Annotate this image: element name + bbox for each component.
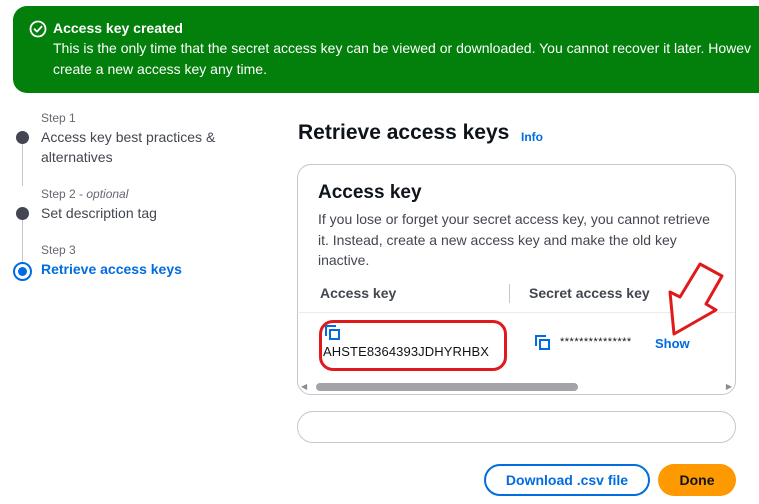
done-button[interactable]: Done xyxy=(658,464,736,496)
step-1-number: Step 1 xyxy=(41,111,76,125)
banner-title: Access key created xyxy=(53,20,183,36)
download-csv-button[interactable]: Download .csv file xyxy=(484,464,650,496)
step-1-label[interactable]: Access key best practices & alternatives xyxy=(41,127,215,167)
copy-secret-key-icon[interactable] xyxy=(535,335,551,351)
column-header-access-key: Access key xyxy=(320,285,397,301)
step-3-label: Retrieve access keys xyxy=(41,261,182,277)
banner-message-continued: create a new access key any time. xyxy=(53,61,267,77)
card-title: Access key xyxy=(318,182,422,203)
step-2-optional: optional xyxy=(86,187,129,201)
step-3-indicator xyxy=(13,262,32,281)
step-1-label-line1: Access key best practices & xyxy=(41,129,216,145)
scroll-right-icon[interactable]: ▶ xyxy=(726,382,732,391)
show-secret-link[interactable]: Show xyxy=(655,336,690,351)
card-description: If you lose or forget your secret access… xyxy=(318,211,710,268)
banner-message: This is the only time that the secret ac… xyxy=(53,40,752,56)
column-divider xyxy=(509,284,510,303)
success-banner: Access key created This is the only time… xyxy=(13,6,759,93)
check-circle-icon xyxy=(29,20,47,38)
step-2-label[interactable]: Set description tag xyxy=(41,203,157,223)
annotation-arrow-icon xyxy=(668,262,724,336)
step-3-number: Step 3 xyxy=(41,243,76,257)
step-1-label-line2: alternatives xyxy=(41,149,113,165)
scrollbar-thumb[interactable] xyxy=(316,383,578,391)
column-header-secret-access-key: Secret access key xyxy=(529,285,650,301)
secret-access-key-masked: *************** xyxy=(560,336,632,348)
step-2-number-text: Step 2 - xyxy=(41,187,87,201)
page-title: Retrieve access keys xyxy=(298,121,510,144)
step-1-indicator xyxy=(16,131,29,144)
step-2-number: Step 2 - optional xyxy=(41,187,128,201)
step-2-indicator xyxy=(16,207,29,220)
empty-panel xyxy=(297,411,736,443)
info-link[interactable]: Info xyxy=(521,130,543,144)
scroll-left-icon[interactable]: ◀ xyxy=(301,382,307,391)
step-connector xyxy=(22,219,23,262)
annotation-highlight-box xyxy=(319,320,507,371)
step-connector xyxy=(22,143,23,186)
horizontal-scrollbar[interactable]: ◀ ▶ xyxy=(299,379,735,393)
